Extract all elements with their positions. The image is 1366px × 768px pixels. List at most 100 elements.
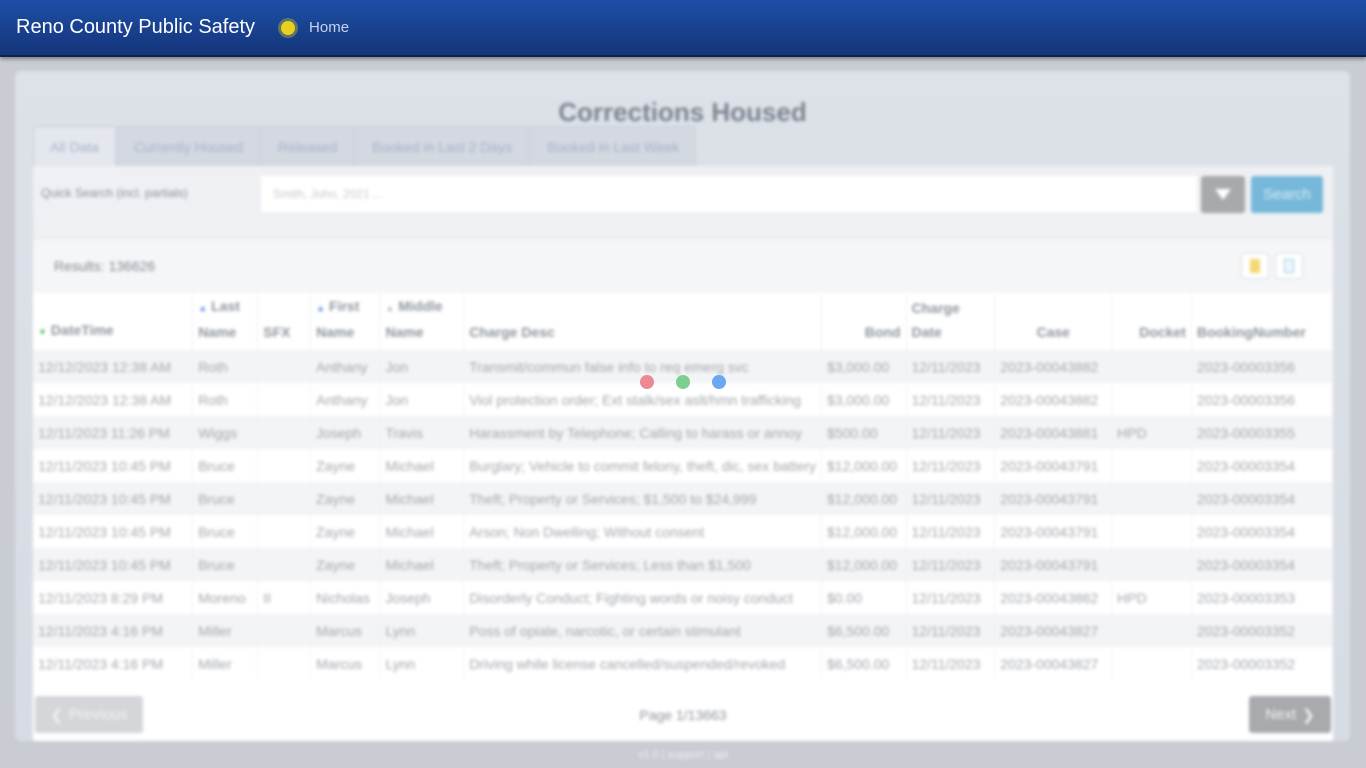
results-table: ▼ DateTime ▲ Last Name SFX ▲ First Name ▲ Middle…: [33, 293, 1333, 679]
column-header[interactable]: BookingNumber: [1191, 293, 1333, 350]
next-button[interactable]: Next ❯: [1249, 696, 1331, 733]
table-cell: 12/11/2023 10:45 PM: [33, 548, 194, 581]
table-cell: 12/11/2023 4:16 PM: [33, 647, 194, 679]
column-header[interactable]: Charge Date: [906, 293, 996, 350]
table-cell: 2023-00003354: [1191, 449, 1333, 482]
sort-asc-icon: ▲: [198, 303, 208, 313]
table-cell: $3,000.00: [821, 350, 907, 383]
pagination: ❮ Previous Page 1/13663 Next ❯: [33, 679, 1333, 741]
table-row[interactable]: 12/11/2023 4:16 PM Miller Marcus Lynn Poss o…: [33, 614, 1333, 647]
table-cell: 12/11/2023: [906, 614, 996, 647]
table-cell: 2023-00003354: [1191, 482, 1333, 515]
filter-button[interactable]: [1201, 176, 1245, 213]
main-content: Corrections Housed All Data Currently Ho…: [0, 57, 1366, 768]
table-cell: 2023-00003354: [1191, 548, 1333, 581]
table-cell: Theft; Property or Services; $1,500 to $…: [463, 482, 822, 515]
table-cell: [1111, 548, 1192, 581]
nav-home-label: Home: [309, 19, 350, 36]
brand-title[interactable]: Reno County Public Safety: [16, 16, 255, 39]
table-row[interactable]: 12/11/2023 11:26 PM Wiggs Joseph Travis Hara…: [33, 416, 1333, 449]
table-cell: Lynn: [379, 647, 465, 679]
column-header[interactable]: Charge Desc: [463, 293, 822, 350]
column-header-label: DateTime: [50, 322, 114, 338]
export-document-button[interactable]: [1275, 253, 1303, 279]
table-row[interactable]: 12/11/2023 10:45 PM Bruce Zayne Michael Arso…: [33, 515, 1333, 548]
tab-all-data[interactable]: All Data: [33, 126, 117, 166]
table-cell: [257, 548, 312, 581]
table-cell: Roth: [192, 350, 259, 383]
table-cell: $12,000.00: [821, 515, 907, 548]
table-cell: [1111, 515, 1192, 548]
table-cell: Lynn: [379, 614, 465, 647]
column-header[interactable]: ▲ Last Name: [192, 293, 259, 350]
table-cell: [257, 383, 312, 416]
table-cell: Burglary; Vehicle to commit felony, thef…: [463, 449, 822, 482]
table-cell: Miller: [192, 614, 259, 647]
table-cell: Zayne: [310, 482, 381, 515]
tab-bar: All Data Currently Housed Released Booke…: [33, 126, 697, 166]
tab-currently-housed[interactable]: Currently Housed: [117, 126, 260, 166]
export-excel-button[interactable]: [1241, 253, 1269, 279]
tab-booked-last-2-days[interactable]: Booked in Last 2 Days: [355, 126, 530, 166]
table-cell: 12/11/2023 11:26 PM: [33, 416, 194, 449]
column-header-label: SFX: [263, 324, 291, 340]
table-cell: 12/11/2023: [906, 449, 996, 482]
table-cell: Miller: [192, 647, 259, 679]
tab-released[interactable]: Released: [260, 126, 355, 166]
column-header[interactable]: SFX: [257, 293, 312, 350]
chevron-right-icon: ❯: [1302, 706, 1315, 724]
table-cell: $12,000.00: [821, 548, 907, 581]
table-row[interactable]: 12/11/2023 10:45 PM Bruce Zayne Michael Burg…: [33, 449, 1333, 482]
table-cell: 12/11/2023: [906, 647, 996, 679]
table-cell: [257, 449, 312, 482]
table-cell: Theft; Property or Services; Less than $…: [463, 548, 822, 581]
column-header[interactable]: ▲ Middle Name: [379, 293, 465, 350]
table-cell: Jon: [379, 350, 465, 383]
loading-dot: [712, 375, 726, 389]
column-header-label: Charge Desc: [469, 324, 555, 340]
column-header[interactable]: Case: [994, 293, 1113, 350]
table-cell: 2023-00003356: [1191, 383, 1333, 416]
table-cell: Poss of opiate, narcotic, or certain sti…: [463, 614, 822, 647]
table-cell: 12/11/2023: [906, 416, 996, 449]
tab-booked-last-week[interactable]: Booked in Last Week: [530, 126, 697, 166]
table-cell: Harassment by Telephone; Calling to hara…: [463, 416, 822, 449]
table-cell: 12/11/2023: [906, 383, 996, 416]
table-row[interactable]: 12/11/2023 4:16 PM Miller Marcus Lynn Drivin…: [33, 647, 1333, 679]
table-cell: 2023-00003354: [1191, 515, 1333, 548]
table-cell: 12/11/2023: [906, 482, 996, 515]
table-cell: 2023-00043791: [994, 449, 1113, 482]
column-header[interactable]: Docket: [1111, 293, 1192, 350]
column-header[interactable]: Bond: [821, 293, 907, 350]
results-count: Results: 136626: [54, 258, 156, 274]
table-row[interactable]: 12/11/2023 10:45 PM Bruce Zayne Michael Thef…: [33, 548, 1333, 581]
column-header-label: Charge Date: [911, 300, 960, 340]
column-header-label: Bond: [864, 324, 901, 340]
nav-home-link[interactable]: Home: [281, 19, 349, 36]
table-cell: [257, 515, 312, 548]
table-cell: $12,000.00: [821, 449, 907, 482]
table-cell: 2023-00043882: [994, 383, 1113, 416]
table-cell: 2023-00043881: [994, 416, 1113, 449]
table-row[interactable]: 12/11/2023 10:45 PM Bruce Zayne Michael Thef…: [33, 482, 1333, 515]
table-cell: 2023-00003355: [1191, 416, 1333, 449]
table-cell: Michael: [379, 515, 465, 548]
table-cell: Jon: [379, 383, 465, 416]
column-header[interactable]: ▼ DateTime: [33, 293, 194, 350]
table-row[interactable]: 12/11/2023 8:29 PM Moreno II Nicholas Joseph…: [33, 581, 1333, 614]
main-panel: Corrections Housed All Data Currently Ho…: [15, 71, 1350, 741]
table-cell: 2023-00043827: [994, 614, 1113, 647]
table-cell: 2023-00043791: [994, 515, 1113, 548]
column-header-label: Middle Name: [385, 298, 443, 340]
column-header[interactable]: ▲ First Name: [310, 293, 381, 350]
table-cell: Joseph: [310, 416, 381, 449]
search-button[interactable]: Search: [1251, 176, 1323, 213]
sort-asc-icon: ▲: [316, 303, 326, 313]
search-input[interactable]: [261, 176, 1197, 212]
results-bar: Results: 136626: [33, 238, 1333, 293]
table-cell: [1111, 350, 1192, 383]
table-cell: Anthany: [310, 350, 381, 383]
search-bar: Quick Search (incl. partials) Search: [33, 166, 1333, 238]
table-cell: 2023-00043862: [994, 581, 1113, 614]
table-cell: $6,500.00: [821, 647, 907, 679]
